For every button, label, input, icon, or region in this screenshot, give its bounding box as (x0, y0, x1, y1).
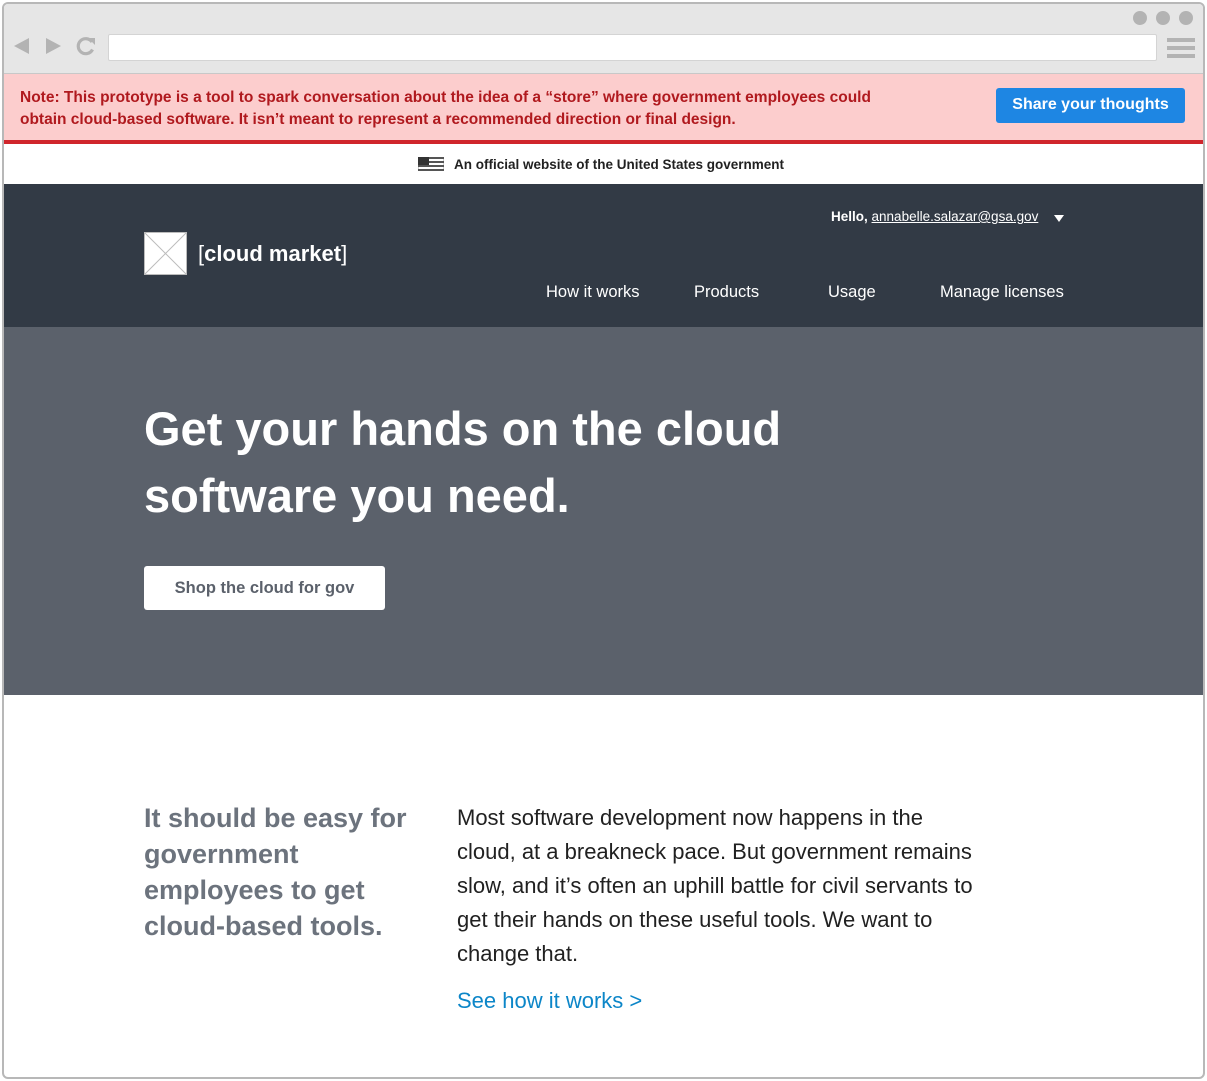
chevron-down-icon[interactable] (1054, 215, 1064, 222)
nav-manage-licenses[interactable]: Manage licenses (940, 283, 1064, 302)
nav-products[interactable]: Products (694, 283, 759, 302)
logo-name: cloud market (204, 241, 342, 266)
window-controls (1133, 11, 1193, 25)
gov-banner-text: An official website of the United States… (453, 156, 785, 172)
hero-section: Get your hands on the cloud software you… (4, 327, 1203, 695)
browser-toolbar (4, 4, 1203, 74)
window-dot-icon[interactable] (1156, 11, 1170, 25)
prototype-notice-banner: Note: This prototype is a tool to spark … (4, 74, 1203, 144)
window-dot-icon[interactable] (1133, 11, 1147, 25)
greeting-label: Hello, (831, 209, 868, 224)
arrow-right-icon[interactable] (44, 37, 62, 55)
user-account-link[interactable]: annabelle.salazar@gsa.gov (872, 209, 1039, 224)
window-dot-icon[interactable] (1179, 11, 1193, 25)
logo-bracket: ] (341, 241, 348, 266)
site-header: [cloud market] Hello, annabelle.salazar@… (4, 184, 1203, 327)
gov-banner: An official website of the United States… (4, 144, 1203, 184)
reload-icon[interactable] (76, 36, 96, 56)
hero-title-line: software you need. (144, 469, 570, 522)
shop-cloud-button[interactable]: Shop the cloud for gov (144, 566, 385, 610)
see-how-it-works-link[interactable]: See how it works > (457, 988, 642, 1014)
arrow-left-icon[interactable] (13, 37, 31, 55)
hero-title-line: Get your hands on the cloud (144, 402, 782, 455)
us-flag-icon (417, 156, 445, 172)
share-thoughts-button[interactable]: Share your thoughts (996, 88, 1185, 123)
intro-heading: It should be easy for government employe… (144, 803, 407, 941)
intro-body: Most software development now happens in… (457, 805, 973, 966)
user-greeting: Hello, annabelle.salazar@gsa.gov (831, 209, 1038, 224)
nav-usage[interactable]: Usage (828, 283, 876, 302)
browser-window: Note: This prototype is a tool to spark … (2, 2, 1205, 1079)
prototype-notice-text: Note: This prototype is a tool to spark … (20, 89, 871, 128)
site-logo-text[interactable]: [cloud market] (198, 241, 347, 267)
hamburger-menu-icon[interactable] (1167, 38, 1195, 62)
logo-placeholder-icon[interactable] (144, 232, 187, 275)
hero-title: Get your hands on the cloud software you… (144, 395, 844, 529)
nav-how-it-works[interactable]: How it works (546, 283, 640, 302)
address-bar[interactable] (108, 34, 1157, 61)
